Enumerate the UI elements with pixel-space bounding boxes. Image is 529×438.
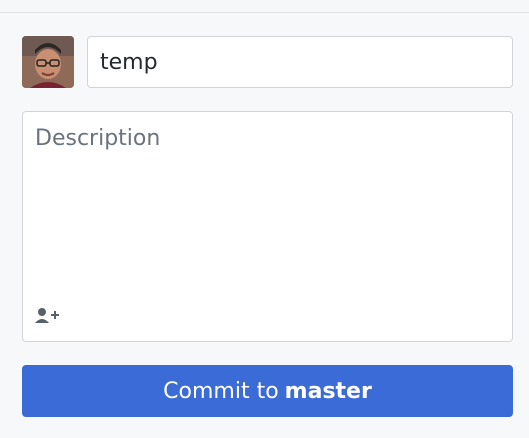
commit-summary-input[interactable]: temp <box>87 36 513 88</box>
commit-button[interactable]: Commit to master <box>22 365 513 417</box>
commit-description-input[interactable]: Description <box>22 111 513 342</box>
avatar-image <box>22 36 74 88</box>
commit-summary-value: temp <box>100 49 158 75</box>
add-coauthor-icon-svg <box>35 308 59 323</box>
commit-button-prefix: Commit to <box>163 378 279 404</box>
commit-branch-name: master <box>284 378 372 404</box>
user-avatar <box>22 36 74 88</box>
description-placeholder: Description <box>35 126 161 151</box>
add-coauthor-icon[interactable] <box>34 306 60 326</box>
